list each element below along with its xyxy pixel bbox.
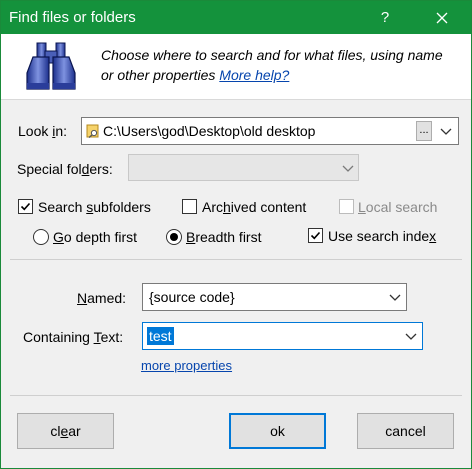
description-line-1: Choose where to search and for what file… (101, 47, 443, 63)
chevron-down-icon[interactable] (437, 122, 455, 140)
check-icon (310, 231, 321, 240)
breadth-first-radio[interactable] (166, 229, 182, 245)
cancel-button[interactable]: cancel (357, 413, 454, 449)
folder-search-icon (86, 124, 99, 138)
find-dialog: Find files or folders ? Choose where to … (0, 0, 472, 469)
look-in-value: C:\Users\god\Desktop\old desktop (103, 123, 316, 139)
browse-button[interactable]: ... (416, 121, 432, 141)
local-search-checkbox[interactable] (339, 199, 354, 214)
close-icon (436, 12, 448, 24)
check-icon (20, 202, 31, 211)
named-value: {source code} (149, 289, 235, 305)
local-search-label[interactable]: Local search (358, 199, 437, 215)
help-button[interactable]: ? (363, 1, 407, 34)
separator (10, 395, 462, 396)
go-depth-first-label[interactable]: Go depth first (53, 229, 137, 245)
header-description: Choose where to search and for what file… (101, 45, 461, 85)
description-line-2: or other properties (101, 67, 220, 83)
chevron-down-icon[interactable] (402, 327, 420, 345)
breadth-first-label[interactable]: Breadth first (186, 229, 261, 245)
binoculars-icon (26, 42, 76, 90)
named-combo[interactable]: {source code} (142, 283, 407, 311)
containing-text-label: Containing Text: (23, 329, 124, 345)
window-title: Find files or folders (9, 9, 136, 26)
separator (10, 259, 462, 260)
use-search-index-label[interactable]: Use search index (328, 228, 436, 244)
look-in-combo[interactable]: C:\Users\god\Desktop\old desktop ... (81, 117, 459, 145)
dialog-header: Choose where to search and for what file… (1, 34, 471, 100)
more-properties-link[interactable]: more properties (141, 358, 232, 373)
chevron-down-icon[interactable] (386, 288, 404, 306)
radio-dot (170, 233, 178, 241)
ok-button[interactable]: ok (229, 413, 326, 449)
chevron-down-icon[interactable] (339, 159, 357, 177)
more-help-link[interactable]: More help? (219, 67, 289, 83)
special-folders-label: Special folders: (17, 161, 113, 177)
archived-content-label[interactable]: Archived content (202, 199, 306, 215)
containing-text-combo[interactable]: test (142, 322, 423, 350)
archived-content-checkbox[interactable] (182, 199, 197, 214)
use-search-index-checkbox[interactable] (308, 228, 323, 243)
close-button[interactable] (419, 1, 465, 34)
title-bar[interactable]: Find files or folders ? (1, 1, 471, 34)
search-subfolders-checkbox[interactable] (18, 199, 33, 214)
go-depth-first-radio[interactable] (33, 229, 49, 245)
special-folders-combo[interactable] (128, 154, 359, 181)
clear-button[interactable]: clear (17, 413, 114, 449)
search-subfolders-label[interactable]: Search subfolders (38, 199, 151, 215)
look-in-label: Look in: (18, 123, 68, 139)
named-label: Named: (77, 290, 127, 306)
containing-text-value[interactable]: test (147, 327, 174, 345)
